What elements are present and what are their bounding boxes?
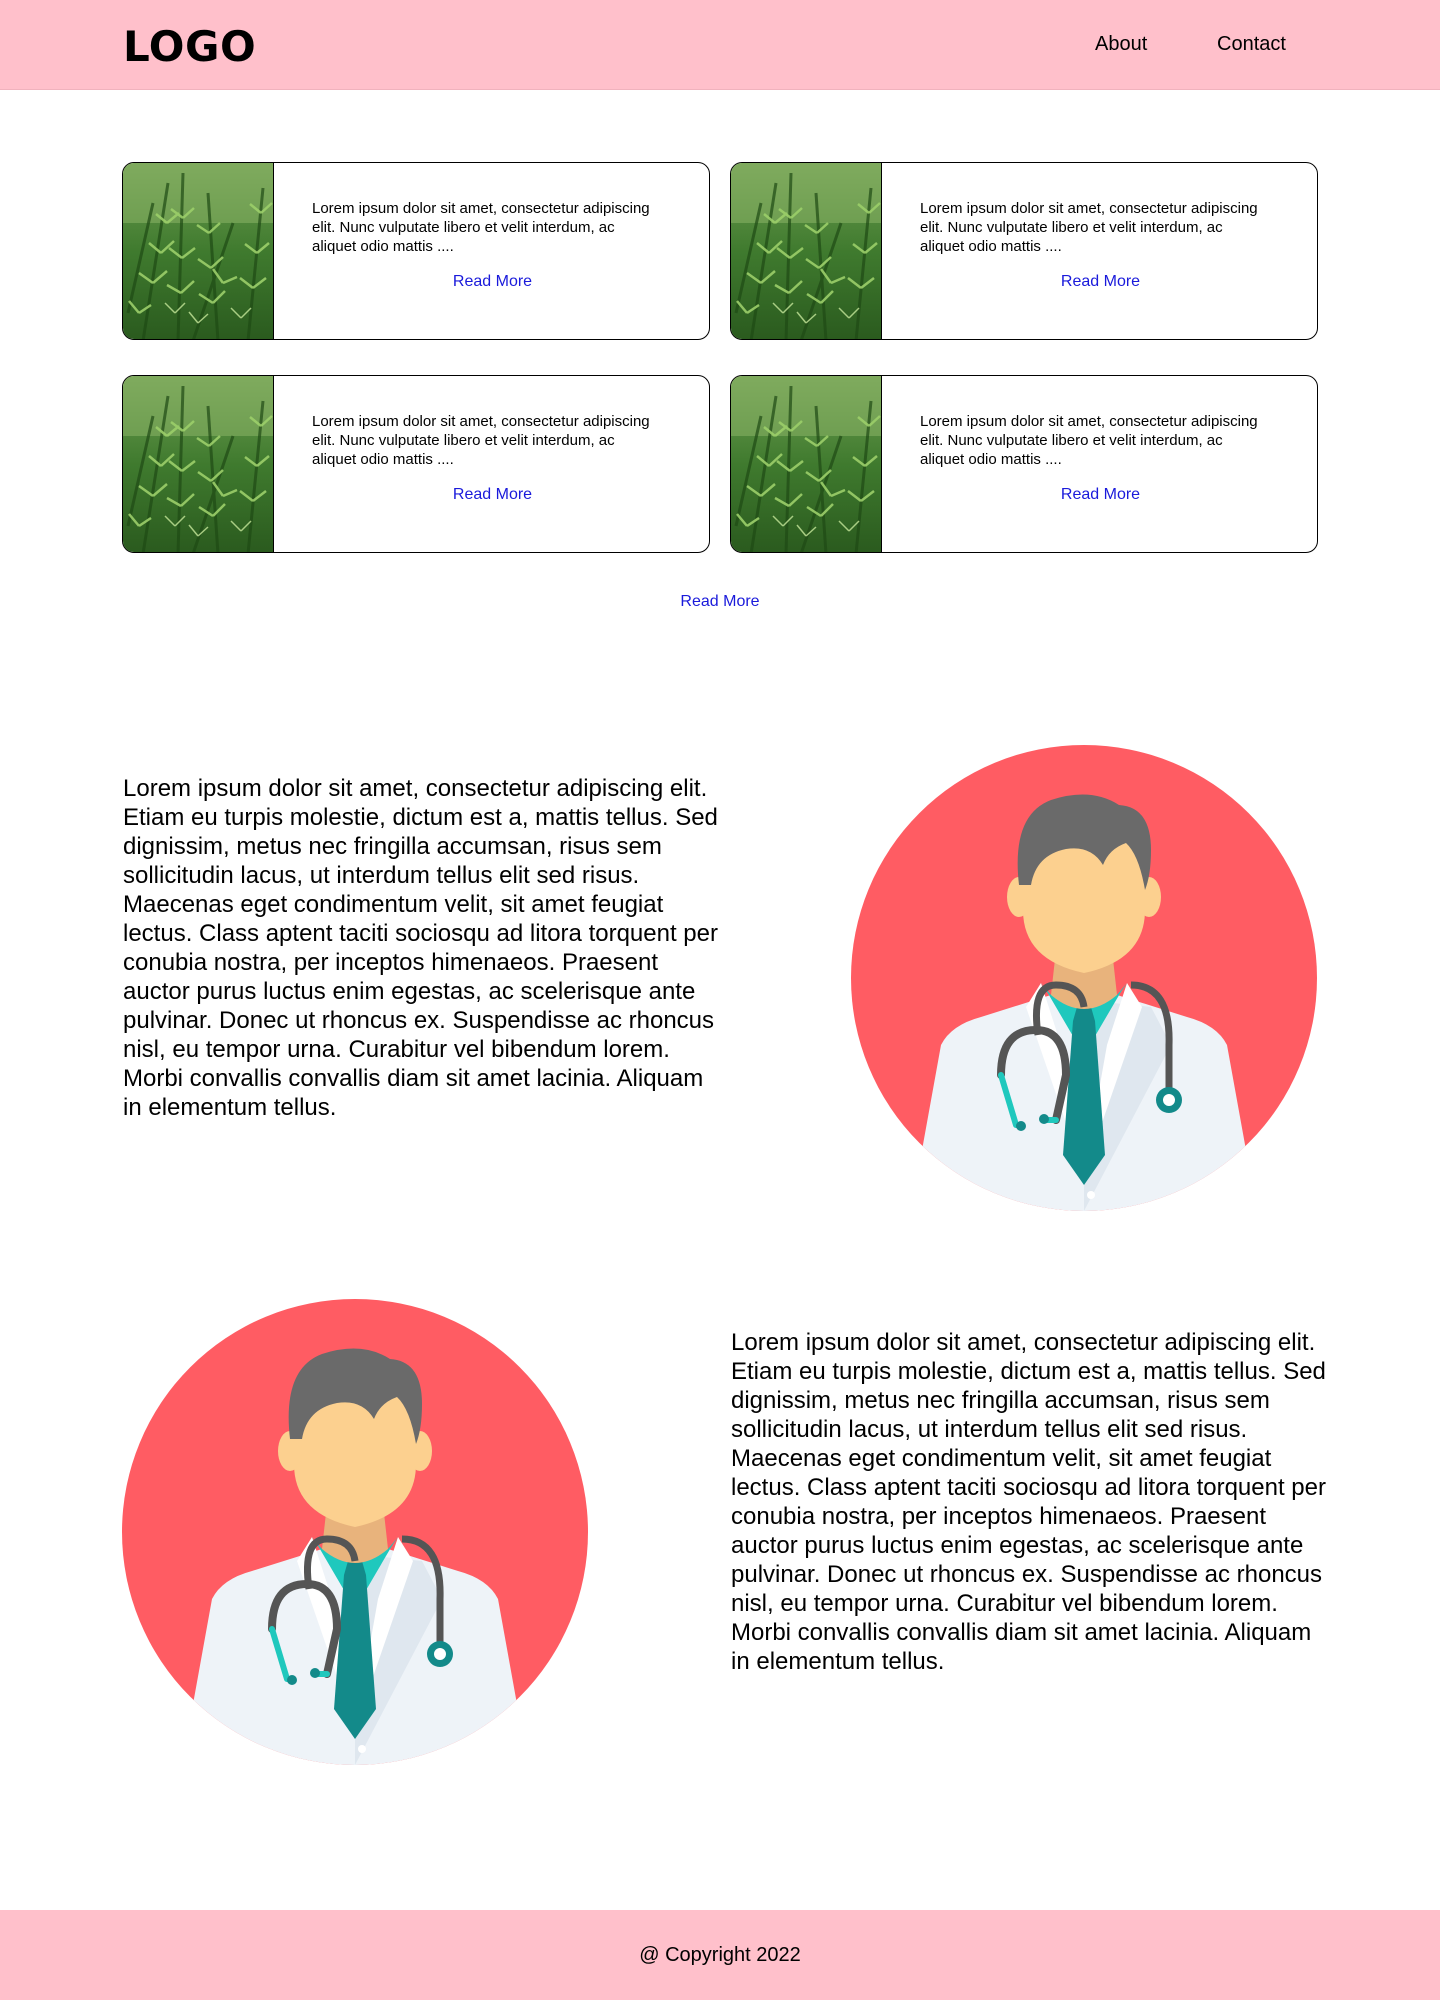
logo[interactable]: LOGO bbox=[123, 22, 256, 71]
card-excerpt: Lorem ipsum dolor sit amet, consectetur … bbox=[920, 413, 1258, 468]
rosemary-plant-photo bbox=[731, 376, 882, 552]
card-excerpt: Lorem ipsum dolor sit amet, consectetur … bbox=[312, 200, 650, 255]
doctor-avatar-icon bbox=[122, 1299, 588, 1765]
article-card: Lorem ipsum dolor sit amet, consectetur … bbox=[730, 375, 1318, 553]
rosemary-plant-photo bbox=[123, 163, 274, 339]
card-read-more-link[interactable]: Read More bbox=[274, 486, 709, 504]
copyright-text: @ Copyright 2022 bbox=[639, 1944, 801, 1966]
doctor-avatar-icon bbox=[851, 745, 1317, 1211]
site-header: LOGO About Contact bbox=[0, 0, 1440, 90]
rosemary-plant-photo bbox=[731, 163, 882, 339]
rosemary-plant-photo bbox=[123, 376, 274, 552]
article-card: Lorem ipsum dolor sit amet, consectetur … bbox=[122, 375, 710, 553]
nav-contact-link[interactable]: Contact bbox=[1217, 33, 1286, 56]
card-read-more-link[interactable]: Read More bbox=[882, 486, 1317, 504]
article-card: Lorem ipsum dolor sit amet, consectetur … bbox=[122, 162, 710, 340]
nav-about-link[interactable]: About bbox=[1095, 33, 1147, 56]
read-more-link[interactable]: Read More bbox=[0, 593, 1440, 611]
feature-paragraph: Lorem ipsum dolor sit amet, consectetur … bbox=[123, 775, 718, 1121]
site-footer: @ Copyright 2022 bbox=[0, 1910, 1440, 2000]
card-excerpt: Lorem ipsum dolor sit amet, consectetur … bbox=[920, 200, 1258, 255]
article-card: Lorem ipsum dolor sit amet, consectetur … bbox=[730, 162, 1318, 340]
feature-paragraph: Lorem ipsum dolor sit amet, consectetur … bbox=[731, 1329, 1326, 1675]
card-excerpt: Lorem ipsum dolor sit amet, consectetur … bbox=[312, 413, 650, 468]
card-read-more-link[interactable]: Read More bbox=[274, 273, 709, 291]
card-read-more-link[interactable]: Read More bbox=[882, 273, 1317, 291]
